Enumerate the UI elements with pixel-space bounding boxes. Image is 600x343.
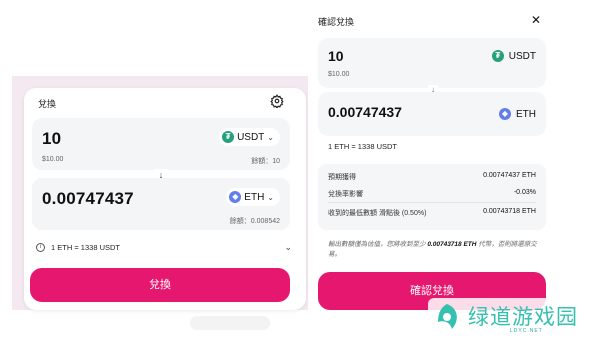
note-minimum-amount: 0.00743718 ETH — [427, 241, 477, 248]
chevron-down-icon: ⌄ — [267, 192, 274, 202]
confirm-to-box: 0.00747437 ◆ ETH — [318, 92, 546, 136]
detail-row-expected: 預期獲得 0.00747437 ETH — [328, 172, 536, 182]
estimate-note: 輸出數額僅為估值，您將收到至少 0.00743718 ETH 代幣，否則將還原交… — [328, 241, 537, 258]
to-token-box: 0.00747437 ◆ ETH ⌄ 餘額：0.008542 — [32, 178, 290, 230]
confirm-to-token-label: ETH — [516, 108, 536, 120]
confirm-swap-dialog: 確認兌換 ✕ 10 ₮ USDT $10.00 ↓ 0.00747437 ◆ E… — [310, 6, 554, 318]
detail-value: -0.03% — [513, 189, 536, 196]
background-blur — [190, 316, 270, 330]
to-token-selector[interactable]: ◆ ETH ⌄ — [226, 188, 280, 206]
confirm-from-token: ₮ USDT — [491, 50, 536, 62]
detail-label: 收到的最低數額 滑點後 (0.50%) — [328, 210, 427, 217]
from-amount-input[interactable]: 10 — [42, 129, 61, 149]
from-usd-value: $10.00 — [42, 156, 64, 163]
from-token-selector[interactable]: ₮ USDT ⌄ — [219, 128, 280, 146]
detail-value: 0.00747437 ETH — [483, 172, 536, 179]
watermark-text: 绿道游戏园 — [468, 305, 578, 329]
confirm-to-amount: 0.00747437 — [328, 104, 402, 120]
confirm-from-usd: $10.00 — [328, 71, 350, 78]
to-balance: 餘額：0.008542 — [229, 218, 280, 225]
confirm-from-token-label: USDT — [508, 50, 536, 62]
usdt-icon: ₮ — [222, 131, 235, 143]
from-token-box: 10 ₮ USDT ⌄ $10.00 餘額：10 — [32, 118, 290, 170]
watermark: 绿道游戏园 LDYC.NET — [428, 298, 596, 340]
swap-details: 預期獲得 0.00747437 ETH 兌換率影響 -0.03% 收到的最低數額… — [318, 164, 546, 230]
from-token-label: USDT — [237, 131, 265, 143]
dialog-title: 確認兌換 — [318, 17, 355, 27]
detail-label: 預期獲得 — [328, 174, 356, 181]
to-token-label: ETH — [244, 191, 265, 203]
detail-row-minimum-received: 收到的最低數額 滑點後 (0.50%) 0.00743718 ETH — [328, 208, 536, 218]
confirm-to-token: ◆ ETH — [499, 108, 536, 120]
swap-button[interactable]: 兌換 — [30, 268, 290, 302]
detail-label: 兌換率影響 — [328, 191, 363, 198]
rate-row[interactable]: i 1 ETH = 1338 USDT ⌄ — [36, 240, 292, 254]
to-amount-input[interactable]: 0.00747437 — [42, 189, 134, 209]
exchange-rate: 1 ETH = 1338 USDT — [51, 242, 120, 252]
chevron-down-icon: ⌄ — [267, 132, 274, 142]
divider — [328, 202, 536, 203]
watermark-subtext: LDYC.NET — [510, 328, 543, 334]
detail-value: 0.00743718 ETH — [483, 208, 536, 215]
usdt-icon: ₮ — [491, 50, 504, 62]
close-icon[interactable]: ✕ — [531, 13, 541, 27]
eth-icon: ◆ — [229, 191, 242, 203]
confirm-exchange-rate: 1 ETH = 1338 USDT — [328, 142, 397, 151]
watermark-logo-icon — [432, 302, 462, 332]
eth-icon: ◆ — [499, 108, 511, 120]
from-balance: 餘額：10 — [251, 158, 280, 165]
swap-card: 兌換 10 ₮ USDT ⌄ $10.00 餘額：10 ↓ 0.00747437… — [24, 88, 306, 310]
detail-row-price-impact: 兌換率影響 -0.03% — [328, 189, 536, 199]
info-icon: i — [36, 242, 45, 252]
chevron-down-icon[interactable]: ⌄ — [284, 242, 292, 253]
gear-icon[interactable] — [270, 94, 284, 108]
confirm-from-amount: 10 — [328, 48, 344, 64]
confirm-from-box: 10 ₮ USDT $10.00 — [318, 38, 546, 88]
swap-title: 兌換 — [38, 99, 57, 109]
